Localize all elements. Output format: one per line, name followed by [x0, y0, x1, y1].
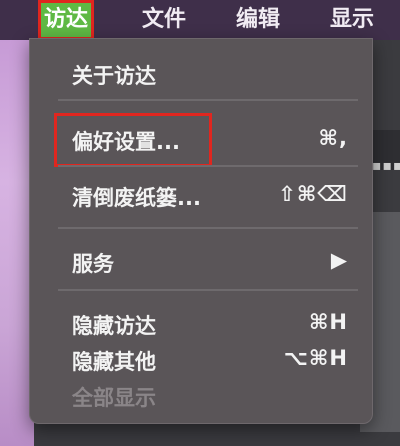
menu-view[interactable]: 显示 — [330, 0, 374, 40]
menu-item-label: 清倒废纸篓... — [72, 186, 201, 210]
menu-item-hide-others[interactable]: 隐藏其他 ⌥⌘H — [30, 339, 372, 379]
view-options-icon: ▪▪▪ — [372, 158, 400, 174]
menu-item-label: 服务 — [72, 252, 114, 276]
shortcut-label: ⌥⌘H — [283, 346, 348, 370]
shortcut-label: ⇧⌘⌫ — [278, 182, 348, 206]
submenu-arrow-icon: ▶ — [330, 248, 348, 272]
menu-separator — [58, 227, 358, 229]
menu-item-hide-finder[interactable]: 隐藏访达 ⌘H — [30, 303, 372, 343]
menu-item-about-finder[interactable]: 关于访达 — [30, 53, 372, 93]
shortcut-label: ⌘H — [308, 310, 348, 334]
menu-item-label: 全部显示 — [72, 386, 156, 410]
menu-item-show-all: 全部显示 — [30, 375, 372, 415]
shortcut-label: ⌘, — [318, 126, 348, 150]
menu-separator — [58, 99, 358, 101]
menu-edit[interactable]: 编辑 — [236, 0, 280, 40]
finder-dropdown-menu: 关于访达 偏好设置... ⌘, 清倒废纸篓... ⇧⌘⌫ 服务 ▶ 隐藏访达 ⌘… — [29, 38, 373, 424]
annotation-highlight — [54, 113, 212, 167]
menu-separator — [58, 165, 358, 167]
menu-finder[interactable]: 访达 — [38, 0, 95, 40]
menu-item-label: 关于访达 — [72, 64, 156, 88]
menu-item-services[interactable]: 服务 ▶ — [30, 241, 372, 281]
menu-item-empty-trash[interactable]: 清倒废纸篓... ⇧⌘⌫ — [30, 175, 372, 215]
menu-item-label: 隐藏其他 — [72, 350, 156, 374]
menu-bar: 访达 文件 编辑 显示 — [0, 0, 400, 40]
menu-separator — [58, 289, 358, 291]
menu-file[interactable]: 文件 — [142, 0, 186, 40]
menu-item-label: 隐藏访达 — [72, 314, 156, 338]
